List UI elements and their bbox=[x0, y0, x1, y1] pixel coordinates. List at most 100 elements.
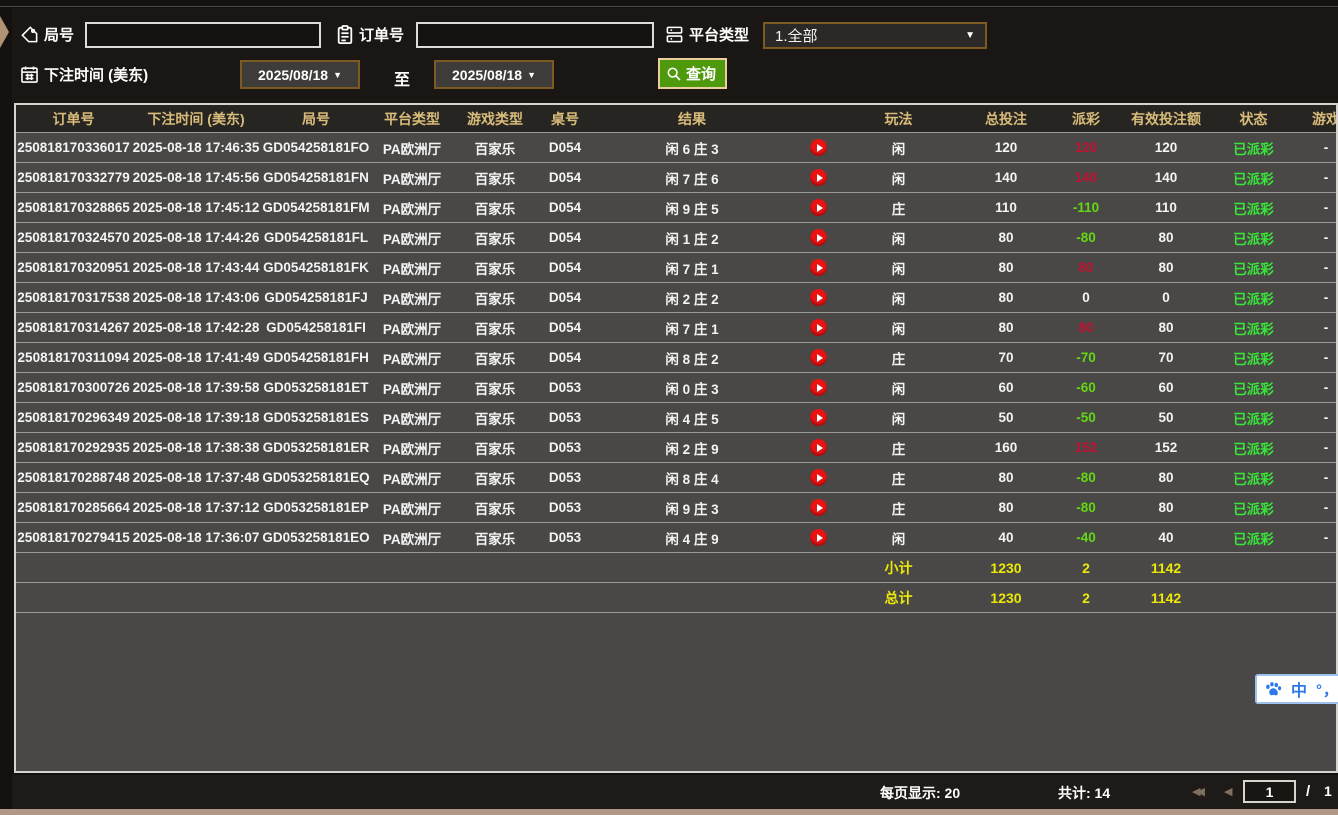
table-body: 2508181703360172025-08-18 17:46:35GD0542… bbox=[16, 133, 1336, 613]
cell-extra: - bbox=[1286, 140, 1338, 155]
column-header: 下注时间 (美东) bbox=[131, 109, 261, 129]
cell-valid_bet: 40 bbox=[1111, 530, 1221, 545]
table-row[interactable]: 2508181703245702025-08-18 17:44:26GD0542… bbox=[16, 223, 1336, 253]
column-header: 游戏 bbox=[1286, 109, 1338, 129]
ime-mode-indicator[interactable]: 中 bbox=[1291, 677, 1307, 701]
cell-play_type: 闲 bbox=[846, 138, 951, 158]
cell-game_no: GD054258181FK bbox=[261, 260, 371, 275]
table-row[interactable]: 2508181703360172025-08-18 17:46:35GD0542… bbox=[16, 133, 1336, 163]
cell-extra: - bbox=[1286, 440, 1338, 455]
table-row[interactable]: 2508181703142672025-08-18 17:42:28GD0542… bbox=[16, 313, 1336, 343]
game-no-input[interactable] bbox=[85, 22, 321, 48]
table-row[interactable]: 2508181702856642025-08-18 17:37:12GD0532… bbox=[16, 493, 1336, 523]
cell-table_no: D054 bbox=[537, 290, 593, 305]
replay-icon[interactable] bbox=[810, 349, 827, 366]
page-total: 1 bbox=[1324, 783, 1332, 799]
replay-icon[interactable] bbox=[810, 499, 827, 516]
cell-extra: - bbox=[1286, 170, 1338, 185]
total-row: 总计123021142 bbox=[16, 583, 1336, 613]
ime-paw-icon bbox=[1264, 681, 1282, 697]
replay-icon[interactable] bbox=[810, 469, 827, 486]
table-row[interactable]: 2508181702963492025-08-18 17:39:18GD0532… bbox=[16, 403, 1336, 433]
cell-payout: 80 bbox=[1061, 260, 1111, 275]
table-row[interactable]: 2508181703007262025-08-18 17:39:58GD0532… bbox=[16, 373, 1336, 403]
cell-status: 已派彩 bbox=[1221, 288, 1286, 308]
column-header: 总投注 bbox=[951, 109, 1061, 129]
cell-bet_time: 2025-08-18 17:37:12 bbox=[131, 500, 261, 515]
cell-platform: PA欧洲厅 bbox=[371, 498, 453, 518]
order-no-input[interactable] bbox=[416, 22, 654, 48]
cell-valid_bet: 110 bbox=[1111, 200, 1221, 215]
cell-bet_time: 2025-08-18 17:37:48 bbox=[131, 470, 261, 485]
platform-selected-value: 1.全部 bbox=[775, 25, 818, 46]
replay-icon[interactable] bbox=[810, 289, 827, 306]
platform-filter: 平台类型 bbox=[665, 24, 749, 45]
date-to-picker[interactable]: 2025/08/18 ▼ bbox=[434, 60, 554, 89]
cell-payout: 140 bbox=[1061, 170, 1111, 185]
first-page-icon[interactable]: ◀◀ bbox=[1192, 785, 1201, 798]
table-row[interactable]: 2508181703209512025-08-18 17:43:44GD0542… bbox=[16, 253, 1336, 283]
cell-result: 闲 8 庄 4 bbox=[593, 468, 791, 488]
cell-total_bet: 80 bbox=[951, 470, 1061, 485]
cell-extra: - bbox=[1286, 260, 1338, 275]
subtotal-row-label: 小计 bbox=[846, 558, 951, 578]
table-row[interactable]: 2508181702887482025-08-18 17:37:48GD0532… bbox=[16, 463, 1336, 493]
table-row[interactable]: 2508181703288652025-08-18 17:45:12GD0542… bbox=[16, 193, 1336, 223]
cell-total_bet: 80 bbox=[951, 290, 1061, 305]
cell-total_bet: 80 bbox=[951, 500, 1061, 515]
cell-bet_time: 2025-08-18 17:45:12 bbox=[131, 200, 261, 215]
column-header: 玩法 bbox=[846, 109, 951, 129]
table-header-row: 订单号下注时间 (美东)局号平台类型游戏类型桌号结果玩法总投注派彩有效投注额状态… bbox=[16, 105, 1336, 133]
cell-platform: PA欧洲厅 bbox=[371, 168, 453, 188]
date-from-picker[interactable]: 2025/08/18 ▼ bbox=[240, 60, 360, 89]
cell-table_no: D053 bbox=[537, 440, 593, 455]
replay-icon[interactable] bbox=[810, 439, 827, 456]
cell-payout: 2 bbox=[1061, 560, 1111, 576]
replay-icon[interactable] bbox=[810, 259, 827, 276]
cell-extra: - bbox=[1286, 410, 1338, 425]
cell-extra: - bbox=[1286, 470, 1338, 485]
cell-total_bet: 50 bbox=[951, 410, 1061, 425]
replay-icon[interactable] bbox=[810, 409, 827, 426]
table-row[interactable]: 2508181702794152025-08-18 17:36:07GD0532… bbox=[16, 523, 1336, 553]
column-header: 有效投注额 bbox=[1111, 109, 1221, 129]
bet-time-filter: 下注时间 (美东) bbox=[20, 64, 148, 85]
window-bottom-edge bbox=[0, 809, 1338, 815]
platform-select[interactable]: 1.全部 ▼ bbox=[763, 22, 987, 49]
panel-collapse-arrow[interactable] bbox=[0, 16, 9, 48]
replay-icon[interactable] bbox=[810, 199, 827, 216]
prev-page-icon[interactable]: ◀ bbox=[1224, 785, 1232, 798]
cell-game_no: GD054258181FH bbox=[261, 350, 371, 365]
cell-game_no: GD053258181ET bbox=[261, 380, 371, 395]
cell-payout: 80 bbox=[1061, 320, 1111, 335]
table-row[interactable]: 2508181703110942025-08-18 17:41:49GD0542… bbox=[16, 343, 1336, 373]
cell-game_no: GD054258181FI bbox=[261, 320, 371, 335]
replay-icon[interactable] bbox=[810, 529, 827, 546]
cell-table_no: D053 bbox=[537, 380, 593, 395]
replay-icon[interactable] bbox=[810, 379, 827, 396]
cell-status: 已派彩 bbox=[1221, 318, 1286, 338]
cell-table_no: D054 bbox=[537, 140, 593, 155]
page-number-input[interactable] bbox=[1243, 780, 1296, 803]
table-row[interactable]: 2508181703327792025-08-18 17:45:56GD0542… bbox=[16, 163, 1336, 193]
cell-result: 闲 1 庄 2 bbox=[593, 228, 791, 248]
tag-icon bbox=[20, 25, 39, 44]
table-row[interactable]: 2508181702929352025-08-18 17:38:38GD0532… bbox=[16, 433, 1336, 463]
cell-order_no: 250818170311094 bbox=[16, 350, 131, 365]
cell-payout: 120 bbox=[1061, 140, 1111, 155]
query-button[interactable]: 查询 bbox=[658, 58, 727, 89]
replay-icon[interactable] bbox=[810, 319, 827, 336]
date-to-value: 2025/08/18 bbox=[452, 67, 522, 83]
ime-toolbar[interactable]: 中 °， bbox=[1255, 674, 1338, 704]
replay-icon[interactable] bbox=[810, 169, 827, 186]
column-header: 桌号 bbox=[537, 109, 593, 129]
cell-status: 已派彩 bbox=[1221, 438, 1286, 458]
table-row[interactable]: 2508181703175382025-08-18 17:43:06GD0542… bbox=[16, 283, 1336, 313]
cell-payout: -110 bbox=[1061, 200, 1111, 215]
cell-order_no: 250818170288748 bbox=[16, 470, 131, 485]
replay-icon[interactable] bbox=[810, 139, 827, 156]
replay-icon[interactable] bbox=[810, 229, 827, 246]
cell-platform: PA欧洲厅 bbox=[371, 408, 453, 428]
cell-platform: PA欧洲厅 bbox=[371, 288, 453, 308]
ime-punctuation-indicator[interactable]: °， bbox=[1316, 679, 1338, 700]
